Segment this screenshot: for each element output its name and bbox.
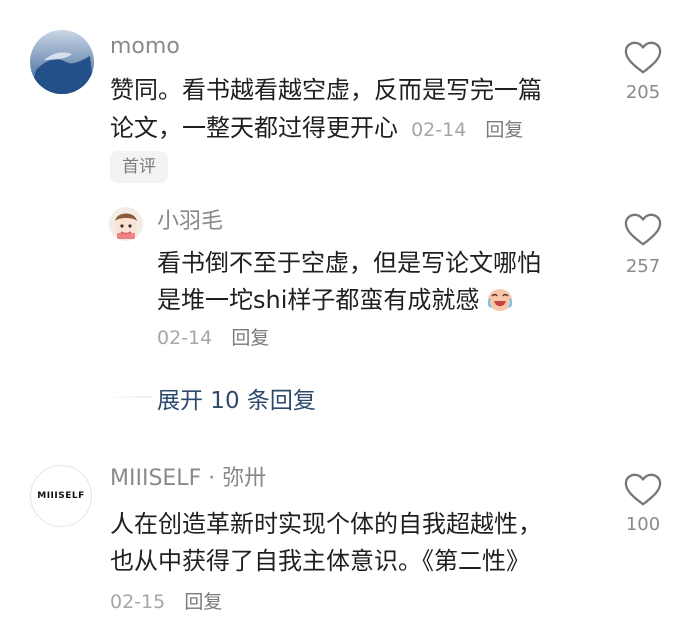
like-button[interactable] — [624, 212, 662, 252]
comment-date: 02-15 — [110, 591, 166, 613]
avatar-xiaoyumao[interactable] — [109, 207, 143, 241]
comment-author[interactable]: momo — [110, 33, 180, 61]
expand-replies-button[interactable]: 展开 10 条回复 — [157, 381, 316, 415]
comment-meta-row: 02-15 回复 — [110, 587, 222, 614]
heart-icon — [624, 473, 662, 506]
like-button[interactable] — [624, 472, 662, 512]
comment-text-row: 论文，一整天都过得更开心 02-14 回复 — [110, 109, 523, 147]
like-count: 100 — [625, 514, 661, 535]
like-button[interactable] — [624, 40, 662, 80]
reply-button[interactable]: 回复 — [231, 327, 269, 349]
reply-author[interactable]: 小羽毛 — [157, 208, 223, 236]
comment-text-line: 赞同。看书越看越空虚，反而是写完一篇 — [110, 76, 542, 104]
comment-author[interactable]: MIIISELF · 弥卅 — [110, 465, 266, 493]
heart-icon — [624, 41, 662, 74]
comment-date: 02-14 — [411, 119, 467, 141]
comment-text-line: 人在创造革新时实现个体的自我超越性， — [110, 510, 542, 538]
reply-text-line: 看书倒不至于空虚，但是写论文哪怕 — [157, 249, 541, 277]
avatar-momo[interactable] — [30, 30, 94, 94]
like-count: 257 — [625, 256, 661, 277]
reply-button[interactable]: 回复 — [184, 591, 222, 613]
reply-date: 02-14 — [157, 327, 213, 349]
expand-divider — [108, 396, 152, 398]
avatar-logo-text: MIIISELF — [37, 491, 85, 501]
like-count: 205 — [625, 82, 661, 103]
reply-meta-row: 02-14 回复 — [157, 323, 269, 350]
comment-text-line: 也从中获得了自我主体意识。《第二性》 — [110, 547, 530, 575]
laugh-cry-emoji-icon — [488, 289, 513, 311]
comment-text-line: 论文，一整天都过得更开心 — [110, 114, 398, 142]
first-comment-badge: 首评 — [110, 151, 168, 183]
avatar-miiiself[interactable]: MIIISELF — [30, 465, 92, 527]
reply-text-row: 是堆一坨shi样子都蛮有成就感 — [157, 281, 514, 319]
reply-button[interactable]: 回复 — [485, 119, 523, 141]
heart-icon — [624, 213, 662, 246]
reply-text-line: 是堆一坨shi样子都蛮有成就感 — [157, 286, 480, 314]
